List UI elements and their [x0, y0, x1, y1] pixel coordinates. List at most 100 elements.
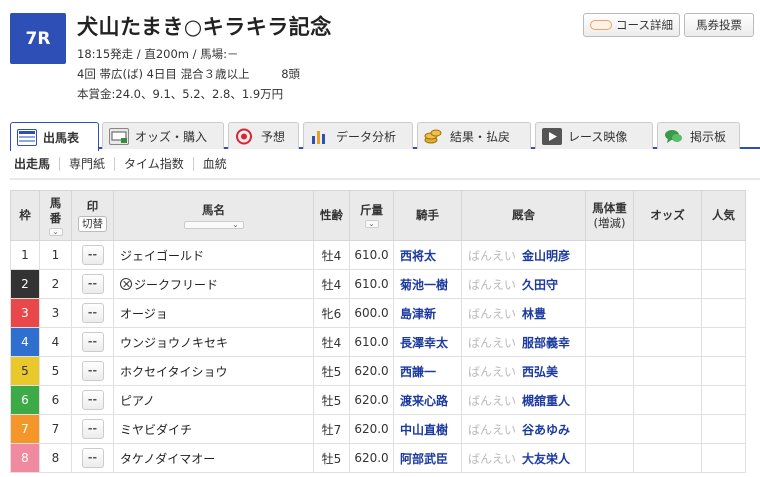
trainer-link[interactable]: 谷あゆみ: [522, 423, 570, 437]
table-row: 1 1 -- ジェイゴールド 牡4 610.0 西将太 ばんえい 金山明彦: [10, 240, 746, 270]
mark-cell: --: [71, 269, 114, 299]
subtab-runners[interactable]: 出走馬: [10, 157, 59, 171]
mark-select-button[interactable]: --: [81, 361, 104, 381]
tab-label: 結果・払戻: [450, 129, 511, 144]
stable-label: ばんえい: [468, 393, 517, 408]
subtab-pedigree[interactable]: 血統: [192, 157, 236, 171]
trainer-cell: ばんえい 谷あゆみ: [461, 414, 586, 444]
course-icon: [590, 20, 613, 30]
sort-chevron-icon[interactable]: ⌄: [364, 220, 379, 228]
jockey-link[interactable]: 西将太: [400, 249, 436, 263]
runner-count: 8頭: [281, 67, 301, 81]
sex-age-cell: 牡5: [313, 443, 350, 473]
trainer-link[interactable]: 久田守: [522, 278, 558, 292]
horse-name-link[interactable]: ピアノ: [120, 394, 155, 408]
header-sex-age: 性齢: [313, 190, 350, 241]
trainer-cell: ばんえい 西弘美: [461, 356, 586, 386]
bar-chart-icon: [310, 128, 330, 145]
trainer-link[interactable]: 服部義幸: [522, 336, 570, 350]
body-weight-cell: [585, 356, 634, 386]
jockey-link[interactable]: 阿部武臣: [400, 452, 448, 466]
sort-chevron-icon[interactable]: ⌄: [183, 220, 244, 229]
table-row: 4 4 -- ウンジョウノキセキ 牡4 610.0 長澤幸太 ばんえい 服部義幸: [10, 327, 746, 357]
trainer-link[interactable]: 大友栄人: [522, 452, 570, 466]
horse-name-link[interactable]: ジークフリード: [134, 278, 218, 292]
bet-label: 馬券投票: [696, 18, 742, 32]
weight-carried-cell: 610.0: [349, 327, 394, 357]
horse-name-link[interactable]: オージョ: [120, 307, 168, 321]
waku-cell: 1: [10, 240, 40, 270]
mark-cell: --: [71, 443, 114, 473]
header-weight-carried[interactable]: 斤量 ⌄: [349, 190, 394, 241]
body-weight-cell: [585, 385, 634, 415]
odds-cell: [633, 269, 702, 299]
mark-select-button[interactable]: --: [81, 419, 104, 439]
umaban-cell: 5: [39, 356, 72, 386]
sex-age-cell: 牡7: [313, 414, 350, 444]
horse-name-link[interactable]: タケノダイマオー: [120, 452, 215, 466]
jockey-link[interactable]: 中山直樹: [400, 423, 448, 437]
odds-cell: [633, 414, 702, 444]
popularity-cell: [701, 414, 746, 444]
tab-prediction[interactable]: 予想: [228, 122, 299, 149]
weight-carried-cell: 610.0: [349, 240, 394, 270]
chat-icon: [664, 128, 684, 145]
header-umaban[interactable]: 馬番 ⌄: [39, 190, 72, 241]
jockey-link[interactable]: 西謙一: [400, 365, 436, 379]
subtab-divider: [10, 178, 760, 180]
mark-select-button[interactable]: --: [81, 303, 104, 323]
jockey-link[interactable]: 島津新: [400, 307, 436, 321]
bet-button[interactable]: 馬券投票: [684, 13, 754, 37]
waku-cell: 4: [10, 327, 40, 357]
horse-name-link[interactable]: ウンジョウノキセキ: [120, 336, 228, 350]
tab-entry-table[interactable]: 出馬表: [10, 122, 99, 151]
jockey-cell: 渡来心路: [393, 385, 462, 415]
tab-results[interactable]: 結果・払戻: [417, 122, 531, 149]
sub-tabs: 出走馬 専門紙 タイム指数 血統: [10, 151, 236, 177]
cancel-mark-icon: [120, 277, 132, 290]
odds-cell: [633, 385, 702, 415]
jockey-link[interactable]: 菊池一樹: [400, 278, 448, 292]
trainer-link[interactable]: 林豊: [522, 307, 546, 321]
tab-data-analysis[interactable]: データ分析: [303, 122, 413, 149]
subtab-expert-papers[interactable]: 専門紙: [59, 157, 114, 171]
table-row: 2 2 -- ジークフリード 牡4 610.0 菊池一樹 ばんえい 久田守: [10, 269, 746, 299]
course-detail-button[interactable]: コース詳細: [583, 13, 680, 37]
popularity-cell: [701, 385, 746, 415]
header-horse-name[interactable]: 馬名 ⌄: [113, 190, 314, 241]
stable-label: ばんえい: [468, 335, 517, 350]
sort-chevron-icon[interactable]: ⌄: [48, 227, 63, 236]
stable-label: ばんえい: [468, 422, 517, 437]
subtab-time-index[interactable]: タイム指数: [114, 157, 193, 171]
mark-select-button[interactable]: --: [81, 390, 104, 410]
tab-race-video[interactable]: レース映像: [535, 122, 653, 149]
tab-odds[interactable]: オッズ・購入: [102, 122, 224, 149]
sex-age-cell: 牡5: [313, 356, 350, 386]
jockey-link[interactable]: 長澤幸太: [400, 336, 448, 350]
weight-carried-cell: 620.0: [349, 443, 394, 473]
tab-label: 掲示板: [690, 129, 727, 144]
trainer-link[interactable]: 金山明彦: [522, 249, 570, 263]
tab-bbs[interactable]: 掲示板: [657, 122, 740, 149]
jockey-link[interactable]: 渡来心路: [400, 394, 448, 408]
mark-select-button[interactable]: --: [81, 245, 104, 265]
mark-select-button[interactable]: --: [81, 332, 104, 352]
horse-name-link[interactable]: ミヤビダイチ: [120, 423, 192, 437]
popularity-cell: [701, 356, 746, 386]
trainer-cell: ばんえい 林豊: [461, 298, 586, 328]
horse-name-link[interactable]: ホクセイタイショウ: [120, 365, 228, 379]
trainer-link[interactable]: 西弘美: [522, 365, 558, 379]
horse-name-cell: タケノダイマオー: [113, 443, 314, 473]
table-header-row: 枠 馬番 ⌄ 印 切替 馬名 ⌄ 性齢 斤量 ⌄ 騎手 厩舎 馬体重(増減): [10, 190, 746, 241]
mark-select-button[interactable]: --: [81, 448, 104, 468]
race-title: 犬山たまき○キラキラ記念: [77, 15, 332, 39]
trainer-cell: ばんえい 大友栄人: [461, 443, 586, 473]
mark-toggle-button[interactable]: 切替: [78, 216, 107, 232]
trainer-link[interactable]: 槻舘重人: [522, 394, 570, 408]
table-row: 5 5 -- ホクセイタイショウ 牡5 620.0 西謙一 ばんえい 西弘美: [10, 356, 746, 386]
header-popularity: 人気: [701, 190, 746, 241]
mark-select-button[interactable]: --: [81, 274, 104, 294]
mark-cell: --: [71, 414, 114, 444]
horse-name-link[interactable]: ジェイゴールド: [120, 249, 204, 263]
horse-name-cell: ミヤビダイチ: [113, 414, 314, 444]
